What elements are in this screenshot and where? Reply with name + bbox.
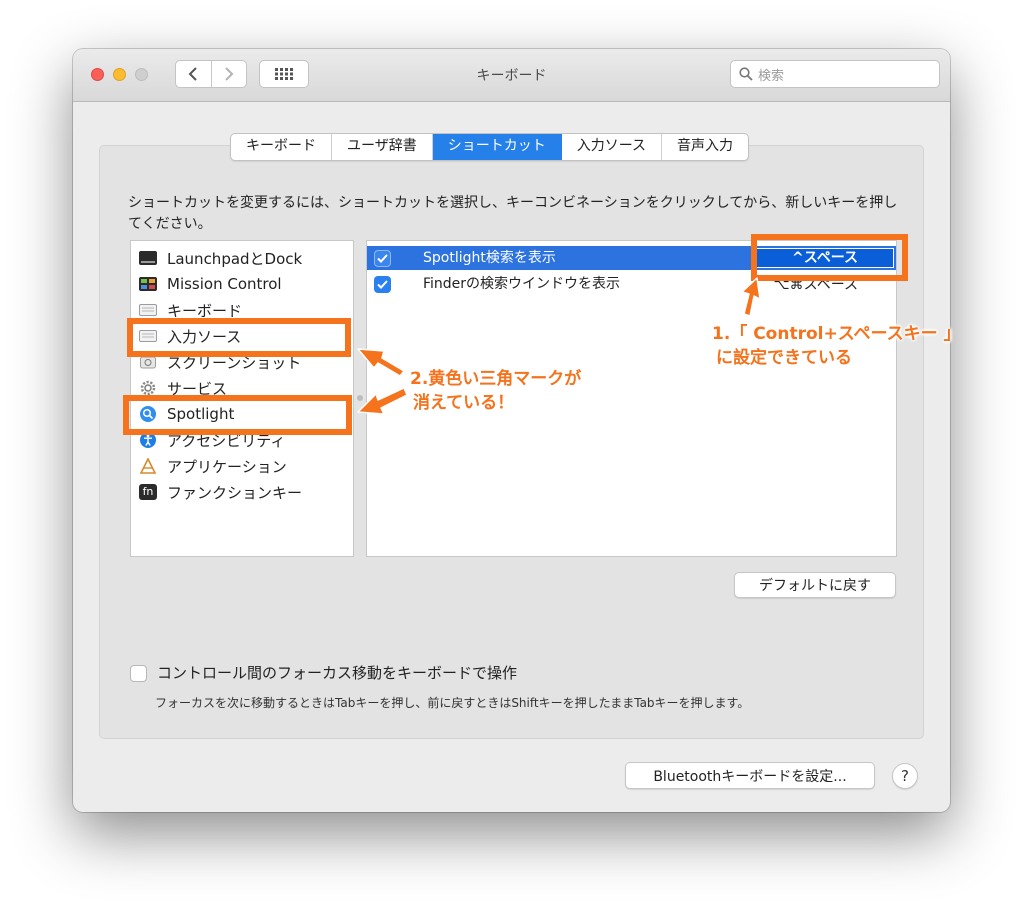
- tab-keyboard[interactable]: キーボード: [231, 134, 332, 160]
- checkmark-icon: [377, 280, 388, 289]
- fn-key-icon: fn: [139, 484, 157, 500]
- keyboard-navigation-label[interactable]: コントロール間のフォーカス移動をキーボードで操作: [157, 663, 517, 684]
- applications-icon: [139, 458, 157, 474]
- help-button[interactable]: ?: [892, 763, 918, 789]
- shortcut-label: Finderの検索ウインドウを表示: [423, 276, 621, 292]
- tab-bar: キーボード ユーザ辞書 ショートカット 入力ソース 音声入力: [230, 133, 750, 161]
- annotation-warning-gone-line1: 2.黄色い三角マークが: [410, 369, 582, 389]
- keyboard-icon: [139, 302, 157, 318]
- highlight-shortcut-key: [751, 234, 908, 281]
- tab-user-dictionary[interactable]: ユーザ辞書: [332, 134, 433, 160]
- annotation-warning-gone-line2: 消えている！: [413, 393, 515, 413]
- category-mission-control[interactable]: Mission Control: [139, 272, 282, 296]
- instructions-text: ショートカットを変更するには、ショートカットを選択し、キーコンビネーションをクリ…: [128, 195, 898, 232]
- shortcut-checkbox[interactable]: [374, 250, 391, 267]
- annotation-shortcut-set-line1: 1.「 Control+スペースキー 」: [712, 324, 961, 344]
- highlight-input-sources: [127, 318, 351, 357]
- category-applications[interactable]: アプリケーション: [139, 454, 287, 478]
- shortcut-checkbox[interactable]: [374, 276, 391, 293]
- mission-control-icon: [139, 276, 157, 292]
- launchpad-icon: [139, 250, 157, 266]
- annotation-shortcut-set-line2: に設定できている: [716, 348, 852, 368]
- setup-bluetooth-keyboard-button[interactable]: Bluetoothキーボードを設定...: [625, 762, 875, 789]
- category-function-keys[interactable]: fn ファンクションキー: [139, 480, 302, 504]
- category-launchpad-dock[interactable]: LaunchpadとDock: [139, 246, 302, 270]
- titlebar: キーボード 検索: [73, 49, 950, 102]
- checkmark-icon: [377, 254, 388, 263]
- category-label: LaunchpadとDock: [167, 249, 303, 268]
- search-icon: [739, 67, 753, 81]
- fn-key-glyph: fn: [139, 484, 157, 500]
- search-placeholder: 検索: [758, 68, 785, 84]
- category-label: Mission Control: [167, 275, 282, 293]
- split-view-divider[interactable]: [357, 395, 363, 401]
- shortcut-label: Spotlight検索を表示: [423, 250, 556, 266]
- category-label: ファンクションキー: [167, 483, 303, 502]
- tab-shortcuts[interactable]: ショートカット: [432, 134, 562, 160]
- tab-dictation[interactable]: 音声入力: [662, 134, 748, 160]
- gear-icon: [139, 380, 157, 396]
- search-field[interactable]: 検索: [730, 60, 940, 88]
- highlight-spotlight: [123, 395, 352, 435]
- keyboard-navigation-note: フォーカスを次に移動するときはTabキーを押し、前に戻すときはShiftキーを押…: [155, 696, 750, 710]
- tab-input-sources[interactable]: 入力ソース: [562, 134, 663, 160]
- category-label: アプリケーション: [167, 457, 287, 476]
- keyboard-navigation-checkbox[interactable]: [130, 665, 147, 682]
- restore-defaults-button[interactable]: デフォルトに戻す: [734, 572, 896, 598]
